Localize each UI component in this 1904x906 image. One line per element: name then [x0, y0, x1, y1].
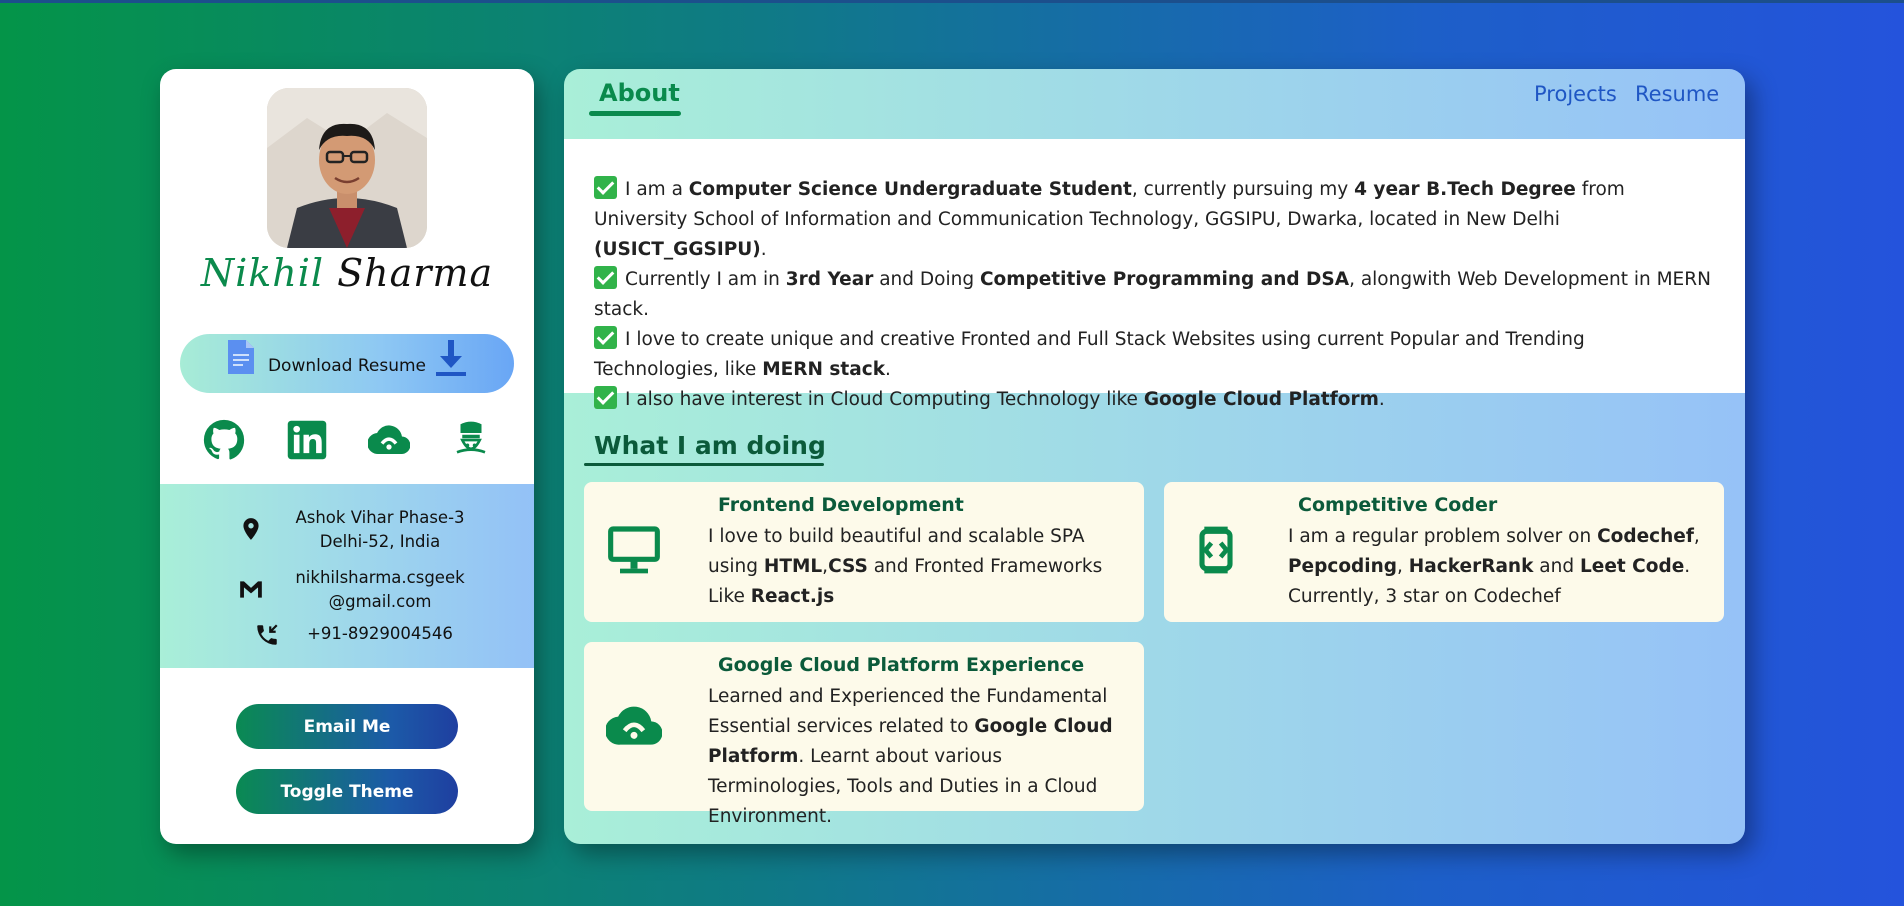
email-me-button[interactable]: Email Me [236, 704, 458, 749]
check-icon [594, 176, 617, 199]
service-description: Learned and Experienced the Fundamental … [708, 686, 1113, 827]
about-paragraph-1: I am a Computer Science Undergraduate St… [594, 175, 1715, 265]
email-line2[interactable]: @gmail.com [280, 590, 480, 614]
about-section: I am a Computer Science Undergraduate St… [564, 139, 1745, 410]
address-line1: Ashok Vihar Phase-3 [295, 508, 465, 527]
about-paragraph-4: I also have interest in Cloud Computing … [594, 385, 1715, 415]
service-title: Competitive Coder [1298, 494, 1498, 516]
check-icon [594, 326, 617, 349]
monitor-icon [606, 522, 662, 578]
tab-about-underline [589, 111, 681, 116]
check-icon [594, 266, 617, 289]
service-card-frontend: Frontend Development I love to build bea… [584, 482, 1144, 622]
document-icon [228, 340, 254, 378]
download-icon [434, 338, 468, 382]
service-title: Frontend Development [718, 494, 964, 516]
first-name: Nikhil [200, 251, 325, 295]
profile-card: Nikhil Sharma Download Resume Ashok Viha… [160, 69, 534, 844]
tab-about[interactable]: About [599, 79, 680, 107]
toggle-theme-button[interactable]: Toggle Theme [236, 769, 458, 814]
cloud-icon[interactable] [368, 419, 410, 461]
address-line2: Delhi-52, India [319, 532, 441, 551]
contact-info: Ashok Vihar Phase-3 Delhi-52, India nikh… [160, 484, 534, 668]
about-paragraph-2: Currently I am in 3rd Year and Doing Com… [594, 265, 1715, 325]
service-description: I love to build beautiful and scalable S… [708, 526, 1103, 607]
about-paragraph-3: I love to create unique and creative Fro… [594, 325, 1715, 385]
service-description: I am a regular problem solver on Codeche… [1288, 526, 1700, 607]
last-name: Sharma [337, 251, 494, 295]
codechef-icon[interactable] [450, 419, 492, 461]
phone-number[interactable]: +91-8929004546 [290, 622, 470, 646]
github-icon[interactable] [203, 419, 245, 461]
download-resume-button[interactable]: Download Resume [180, 334, 514, 393]
service-card-coder: Competitive Coder I am a regular problem… [1164, 482, 1724, 622]
avatar [267, 88, 427, 248]
window-top-border [0, 0, 1904, 3]
profile-name: Nikhil Sharma [160, 251, 534, 295]
email-line1[interactable]: nikhilsharma.csgeek [280, 566, 480, 590]
gmail-icon [238, 576, 264, 602]
phone-incoming-icon [254, 622, 280, 648]
content-panel: About Projects Resume I am a Computer Sc… [564, 69, 1745, 844]
cloud-icon [606, 698, 662, 754]
social-links [160, 419, 534, 469]
tab-resume[interactable]: Resume [1635, 82, 1719, 106]
service-title: Google Cloud Platform Experience [718, 654, 1085, 676]
linkedin-icon[interactable] [286, 419, 328, 461]
tab-projects[interactable]: Projects [1534, 82, 1617, 106]
service-card-gcp: Google Cloud Platform Experience Learned… [584, 642, 1144, 827]
check-icon [594, 386, 617, 409]
download-resume-label: Download Resume [267, 355, 427, 376]
location-pin-icon [238, 516, 264, 542]
section-title-underline [584, 463, 824, 466]
code-brackets-icon [1188, 522, 1244, 578]
section-title-doing: What I am doing [594, 431, 826, 460]
